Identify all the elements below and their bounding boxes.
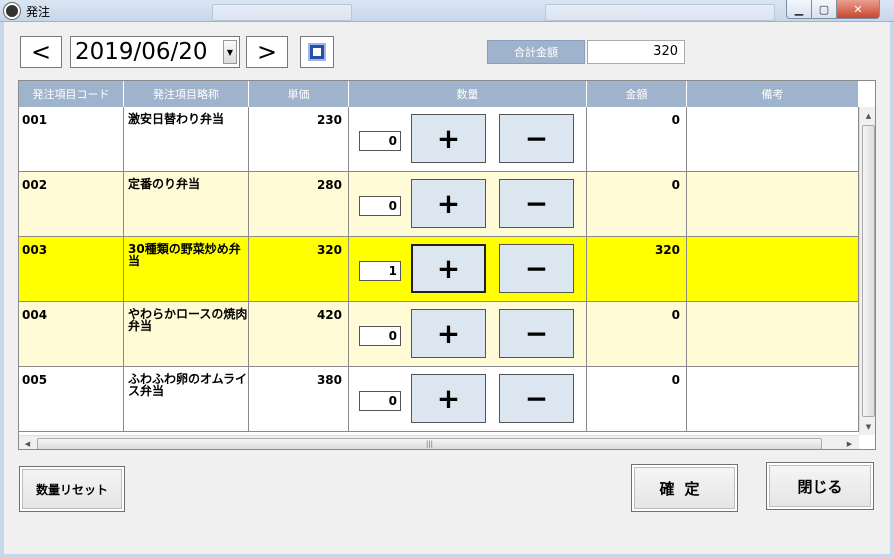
cell-code: 004 bbox=[19, 302, 124, 367]
cell-note[interactable] bbox=[687, 367, 859, 432]
quantity-input[interactable]: 1 bbox=[359, 261, 401, 281]
increment-button[interactable]: + bbox=[411, 309, 486, 358]
title-bar: 発注 ▁ ▢ ✕ bbox=[0, 0, 894, 22]
cell-name: やわらかロースの焼肉弁当 bbox=[124, 302, 249, 367]
date-picker[interactable]: 2019/06/20 ▼ bbox=[70, 36, 240, 68]
background-window-ghost bbox=[545, 4, 775, 21]
prev-date-button[interactable]: < bbox=[20, 36, 62, 68]
background-window-ghost bbox=[212, 4, 352, 21]
cell-qty: 0 + − bbox=[349, 302, 587, 367]
window-title: 発注 bbox=[26, 5, 51, 19]
vertical-scroll-thumb[interactable] bbox=[862, 125, 875, 417]
cell-qty: 0 + − bbox=[349, 367, 587, 432]
decrement-button[interactable]: − bbox=[499, 244, 574, 293]
dropdown-arrow-icon[interactable]: ▼ bbox=[223, 40, 237, 64]
header-code: 発注項目コード bbox=[19, 81, 124, 107]
maximize-button[interactable]: ▢ bbox=[811, 0, 837, 19]
cell-note[interactable] bbox=[687, 237, 859, 302]
calendar-button[interactable] bbox=[300, 36, 334, 68]
scroll-left-icon[interactable]: ◀ bbox=[19, 436, 36, 449]
table-row[interactable]: 005 ふわふわ卵のオムライス弁当 380 0 + −0 bbox=[19, 367, 859, 432]
cell-amount: 0 bbox=[587, 302, 687, 367]
cell-note[interactable] bbox=[687, 107, 859, 172]
confirm-button[interactable]: 確定 bbox=[631, 464, 738, 512]
cell-code: 005 bbox=[19, 367, 124, 432]
horizontal-scroll-thumb[interactable]: ||| bbox=[37, 438, 822, 449]
header-price: 単価 bbox=[249, 81, 349, 107]
table-row[interactable]: 002 定番のり弁当 280 0 + −0 bbox=[19, 172, 859, 237]
cell-price: 420 bbox=[249, 302, 349, 367]
cell-name: ふわふわ卵のオムライス弁当 bbox=[124, 367, 249, 432]
cell-qty: 1 + − bbox=[349, 237, 587, 302]
cell-amount: 320 bbox=[587, 237, 687, 302]
cell-note[interactable] bbox=[687, 172, 859, 237]
table-row[interactable]: 003 30種類の野菜炒め弁当 320 1 + −320 bbox=[19, 237, 859, 302]
quantity-input[interactable]: 0 bbox=[359, 326, 401, 346]
cell-name: 定番のり弁当 bbox=[124, 172, 249, 237]
increment-button[interactable]: + bbox=[411, 114, 486, 163]
close-window-button[interactable]: ✕ bbox=[836, 0, 880, 19]
cell-note[interactable] bbox=[687, 302, 859, 367]
order-grid: 発注項目コード 発注項目略称 単価 数量 金額 備考 001 激安日替わり弁当 23… bbox=[18, 80, 876, 450]
increment-button[interactable]: + bbox=[411, 244, 486, 293]
vertical-scrollbar[interactable]: ▲ ▼ bbox=[859, 107, 875, 435]
total-amount-label: 合計金額 bbox=[487, 40, 585, 64]
date-value: 2019/06/20 bbox=[75, 39, 208, 65]
header-name: 発注項目略称 bbox=[124, 81, 249, 107]
quantity-input[interactable]: 0 bbox=[359, 131, 401, 151]
cell-code: 002 bbox=[19, 172, 124, 237]
close-button[interactable]: 閉じる bbox=[766, 462, 874, 510]
cell-amount: 0 bbox=[587, 367, 687, 432]
header-note: 備考 bbox=[687, 81, 859, 107]
cell-name: 30種類の野菜炒め弁当 bbox=[124, 237, 249, 302]
increment-button[interactable]: + bbox=[411, 374, 486, 423]
cell-qty: 0 + − bbox=[349, 172, 587, 237]
horizontal-scrollbar[interactable]: ◀ ||| ▶ bbox=[19, 435, 859, 449]
cell-qty: 0 + − bbox=[349, 107, 587, 172]
cell-code: 003 bbox=[19, 237, 124, 302]
decrement-button[interactable]: − bbox=[499, 374, 574, 423]
decrement-button[interactable]: − bbox=[499, 309, 574, 358]
header-qty: 数量 bbox=[349, 81, 587, 107]
cell-amount: 0 bbox=[587, 172, 687, 237]
cell-amount: 0 bbox=[587, 107, 687, 172]
scroll-up-icon[interactable]: ▲ bbox=[860, 107, 875, 124]
scroll-down-icon[interactable]: ▼ bbox=[860, 418, 875, 435]
cell-price: 230 bbox=[249, 107, 349, 172]
reset-quantity-button[interactable]: 数量リセット bbox=[19, 466, 125, 512]
next-date-button[interactable]: > bbox=[246, 36, 288, 68]
cell-price: 320 bbox=[249, 237, 349, 302]
table-row[interactable]: 004 やわらかロースの焼肉弁当 420 0 + −0 bbox=[19, 302, 859, 367]
cell-name: 激安日替わり弁当 bbox=[124, 107, 249, 172]
increment-button[interactable]: + bbox=[411, 179, 486, 228]
cell-price: 280 bbox=[249, 172, 349, 237]
quantity-input[interactable]: 0 bbox=[359, 196, 401, 216]
cell-code: 001 bbox=[19, 107, 124, 172]
total-amount-value: 320 bbox=[587, 40, 685, 64]
scroll-right-icon[interactable]: ▶ bbox=[841, 436, 858, 449]
cell-price: 380 bbox=[249, 367, 349, 432]
decrement-button[interactable]: − bbox=[499, 179, 574, 228]
header-amount: 金額 bbox=[587, 81, 687, 107]
decrement-button[interactable]: − bbox=[499, 114, 574, 163]
calendar-icon bbox=[308, 43, 326, 61]
minimize-button[interactable]: ▁ bbox=[786, 0, 812, 19]
app-icon bbox=[4, 3, 20, 19]
table-row[interactable]: 001 激安日替わり弁当 230 0 + −0 bbox=[19, 107, 859, 172]
quantity-input[interactable]: 0 bbox=[359, 391, 401, 411]
